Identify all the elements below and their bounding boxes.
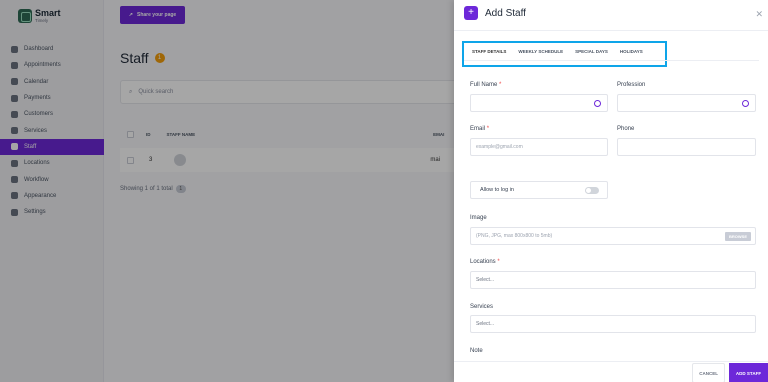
- cancel-button[interactable]: CANCEL: [692, 363, 725, 382]
- add-staff-panel: + Add Staff ✕ STAFF DETAILS WEEKLY SCHED…: [454, 0, 768, 382]
- image-label: Image: [470, 215, 487, 221]
- profession-field[interactable]: [617, 94, 756, 112]
- add-staff-button[interactable]: ADD STAFF: [729, 363, 768, 382]
- divider: [454, 30, 768, 31]
- full-name-label: Full Name *: [470, 82, 502, 88]
- locations-select[interactable]: Select...: [470, 271, 756, 289]
- email-field[interactable]: example@gmail.com: [470, 138, 608, 156]
- phone-field[interactable]: [617, 138, 756, 156]
- modal-title: Add Staff: [485, 7, 526, 19]
- phone-label: Phone: [617, 126, 635, 132]
- locations-label: Locations *: [470, 259, 500, 265]
- modal-footer: CANCEL ADD STAFF: [454, 361, 768, 382]
- divider: [464, 60, 759, 61]
- tab-special-days[interactable]: SPECIAL DAYS: [569, 47, 614, 61]
- note-label: Note: [470, 348, 483, 354]
- allow-login-toggle[interactable]: [585, 187, 599, 194]
- email-label: Email *: [470, 126, 490, 132]
- globe-icon[interactable]: [742, 100, 749, 107]
- tab-holidays[interactable]: HOLIDAYS: [614, 47, 649, 61]
- browse-button[interactable]: BROWSE: [725, 232, 751, 241]
- plus-icon: +: [464, 6, 478, 20]
- services-label: Services: [470, 304, 494, 310]
- services-select[interactable]: Select...: [470, 315, 756, 333]
- tab-weekly-schedule[interactable]: WEEKLY SCHEDULE: [512, 47, 569, 61]
- full-name-field[interactable]: [470, 94, 608, 112]
- tab-staff-details[interactable]: STAFF DETAILS: [466, 47, 513, 61]
- tabs: STAFF DETAILS WEEKLY SCHEDULE SPECIAL DA…: [466, 47, 649, 61]
- allow-login-label: Allow to log in: [480, 187, 514, 193]
- image-upload-field[interactable]: (PNG, JPG, max 800x800 to 5mb) BROWSE: [470, 227, 756, 245]
- allow-login-row: Allow to log in: [470, 181, 608, 199]
- close-icon[interactable]: ✕: [755, 9, 763, 20]
- globe-icon[interactable]: [594, 100, 601, 107]
- profession-label: Profession: [617, 82, 646, 88]
